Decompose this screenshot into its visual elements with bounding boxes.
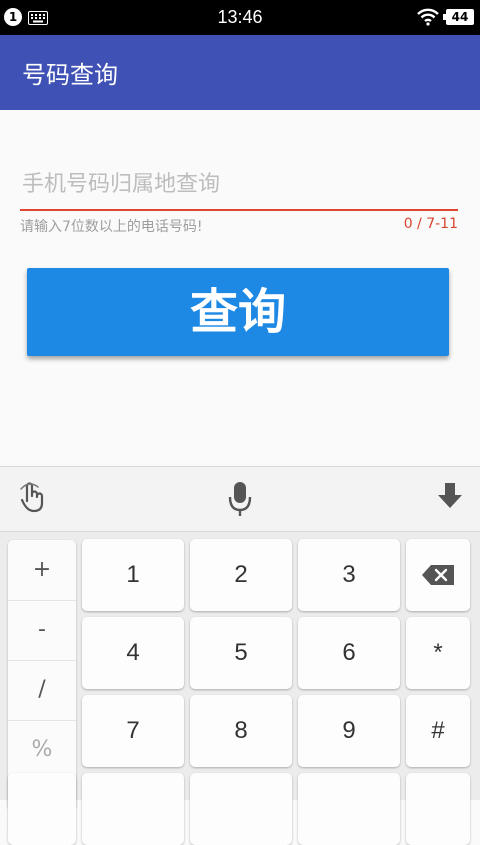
bottom-key[interactable] xyxy=(190,773,292,845)
input-underline xyxy=(20,209,458,211)
key-7[interactable]: 7 xyxy=(82,695,184,767)
bottom-key[interactable] xyxy=(406,773,470,845)
percent-key[interactable]: % xyxy=(8,720,76,780)
soft-keyboard: + - / % 1 2 3 4 5 6 * 7 8 9 # xyxy=(0,466,480,845)
phone-number-input[interactable] xyxy=(20,162,458,206)
page-title: 号码查询 xyxy=(22,61,118,89)
plus-key[interactable]: + xyxy=(8,540,76,601)
key-6[interactable]: 6 xyxy=(298,617,400,689)
asterisk-key[interactable]: * xyxy=(406,617,470,689)
keyboard-toolbar xyxy=(0,466,480,532)
bottom-key[interactable] xyxy=(8,773,76,845)
slash-key[interactable]: / xyxy=(8,660,76,721)
status-time: 13:46 xyxy=(217,7,263,27)
key-4[interactable]: 4 xyxy=(82,617,184,689)
symbol-column: + - / % xyxy=(8,540,76,810)
status-bar: 1 13:46 44 xyxy=(0,0,480,35)
key-5[interactable]: 5 xyxy=(190,617,292,689)
bottom-key[interactable] xyxy=(298,773,400,845)
hash-key[interactable]: # xyxy=(406,695,470,767)
app-bar: 号码查询 xyxy=(0,35,480,110)
key-1[interactable]: 1 xyxy=(82,539,184,611)
query-button[interactable]: 查询 xyxy=(27,268,449,356)
battery-icon: 44 xyxy=(443,9,474,25)
wifi-icon xyxy=(417,8,439,26)
minus-key[interactable]: - xyxy=(8,600,76,661)
key-9[interactable]: 9 xyxy=(298,695,400,767)
key-2[interactable]: 2 xyxy=(190,539,292,611)
key-8[interactable]: 8 xyxy=(190,695,292,767)
microphone-icon[interactable] xyxy=(228,481,252,517)
helper-text: 请输入7位数以上的电话号码! xyxy=(20,219,203,235)
character-counter: 0 / 7-11 xyxy=(403,216,458,232)
backspace-icon xyxy=(422,565,454,585)
hide-keyboard-icon[interactable] xyxy=(438,481,462,511)
bottom-key[interactable] xyxy=(82,773,184,845)
key-3[interactable]: 3 xyxy=(298,539,400,611)
query-form: 请输入7位数以上的电话号码! 0 / 7-11 查询 xyxy=(0,110,480,466)
gesture-icon[interactable] xyxy=(18,481,46,515)
backspace-key[interactable] xyxy=(406,539,470,611)
